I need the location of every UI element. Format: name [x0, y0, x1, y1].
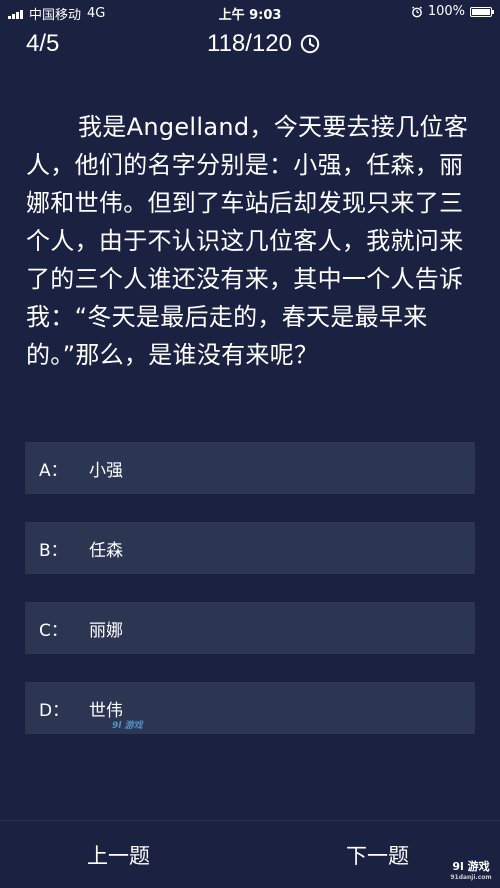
battery-icon: [470, 6, 494, 17]
next-question-button[interactable]: 下一题: [346, 840, 409, 870]
score-display: 118/120: [207, 30, 320, 58]
logo-sub: 91danji.com: [450, 874, 492, 881]
battery-percent: 100%: [427, 4, 465, 19]
option-letter: A：: [39, 460, 68, 481]
status-bar: 中国移动 4G 上午 9:03 100%: [0, 0, 500, 26]
option-letter: C：: [39, 620, 68, 641]
option-letter: D：: [39, 700, 70, 721]
logo-main: 9l 游戏: [452, 860, 490, 873]
clock-icon: [300, 34, 320, 54]
watermark-small: 9l 游戏: [112, 721, 143, 731]
option-text: 任森: [89, 540, 123, 561]
option-a[interactable]: A： 小强: [25, 442, 475, 494]
option-letter: B：: [39, 540, 68, 561]
status-right: 100%: [411, 4, 494, 19]
question-progress: 4/5: [26, 30, 60, 57]
option-text: 丽娜: [89, 620, 123, 641]
option-c[interactable]: C： 丽娜: [25, 602, 475, 654]
site-logo: 9l 游戏 91danji.com: [448, 860, 494, 884]
quiz-header: 4/5 118/120: [0, 28, 500, 64]
option-d[interactable]: D： 世伟: [25, 682, 475, 734]
question-text: 我是Angelland，今天要去接几位客人，他们的名字分别是：小强，任森，丽娜和…: [26, 113, 469, 369]
battery-fill: [472, 8, 490, 15]
score-value: 118/120: [207, 30, 292, 57]
option-b[interactable]: B： 任森: [25, 522, 475, 574]
option-text: 小强: [89, 460, 123, 481]
bottom-divider: [0, 820, 500, 821]
alarm-icon: [411, 5, 422, 17]
previous-question-button[interactable]: 上一题: [87, 840, 150, 870]
quiz-screen: 中国移动 4G 上午 9:03 100% 4/5 118/120 我是Angel…: [0, 0, 500, 888]
option-text: 世伟: [89, 700, 123, 721]
